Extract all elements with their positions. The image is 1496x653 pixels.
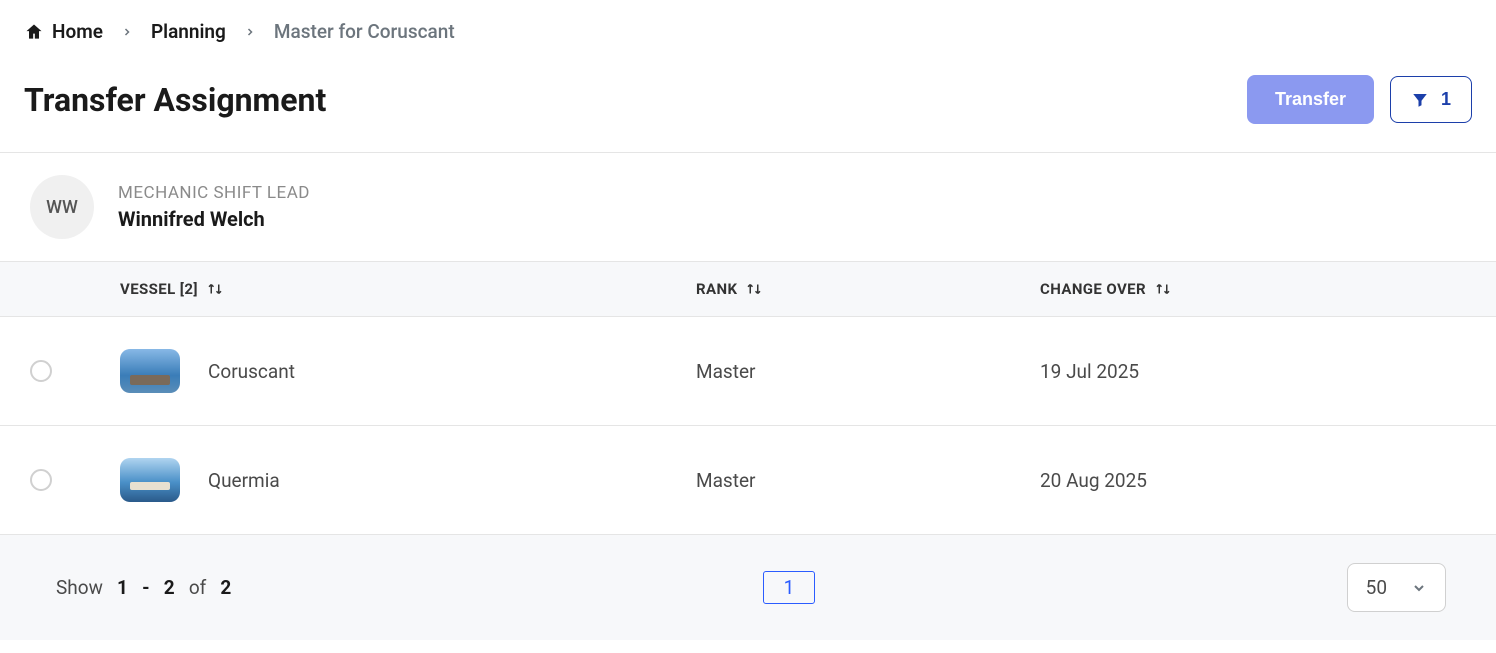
th-vessel: VESSEL [2] [120, 280, 198, 298]
breadcrumb: Home Planning Master for Coruscant [0, 0, 1496, 51]
of-label: of [189, 576, 206, 599]
change-over-value: 20 Aug 2025 [1040, 469, 1147, 492]
change-over-value: 19 Jul 2025 [1040, 360, 1139, 383]
breadcrumb-home-label: Home [52, 20, 103, 43]
person-card: WW MECHANIC SHIFT LEAD Winnifred Welch [0, 153, 1496, 262]
vessel-name: Quermia [208, 469, 280, 492]
show-from: 1 [117, 576, 128, 599]
rank-value: Master [696, 469, 755, 492]
person-name: Winnifred Welch [118, 207, 310, 231]
transfer-button[interactable]: Transfer [1247, 75, 1374, 124]
pagination-summary: Show 1 - 2 of 2 [56, 576, 231, 599]
show-dash: - [142, 576, 150, 599]
home-icon [24, 22, 44, 42]
filter-count: 1 [1441, 89, 1451, 110]
row-select-radio[interactable] [30, 469, 52, 491]
avatar: WW [30, 175, 94, 239]
person-role: MECHANIC SHIFT LEAD [118, 183, 310, 203]
breadcrumb-home[interactable]: Home [24, 20, 103, 43]
breadcrumb-planning-label: Planning [151, 20, 226, 43]
sort-rank[interactable] [745, 281, 763, 297]
pagination-bar: Show 1 - 2 of 2 1 50 [0, 535, 1496, 640]
sort-icon [206, 281, 224, 297]
breadcrumb-current: Master for Coruscant [274, 20, 455, 43]
assignments-table: VESSEL [2] RANK CHANGE OVER Coruscant [0, 262, 1496, 535]
vessel-thumbnail [120, 349, 180, 393]
breadcrumb-planning[interactable]: Planning [151, 20, 226, 43]
sort-change-over[interactable] [1154, 281, 1172, 297]
page-header: Transfer Assignment Transfer 1 [0, 51, 1496, 153]
page-size-select[interactable]: 50 [1347, 563, 1446, 612]
sort-icon [745, 281, 763, 297]
show-total: 2 [220, 576, 231, 599]
pager: 1 [763, 571, 816, 604]
chevron-right-icon [121, 26, 133, 38]
page-size-value: 50 [1366, 576, 1387, 599]
filter-icon [1411, 91, 1429, 109]
show-prefix: Show [56, 576, 103, 599]
table-header: VESSEL [2] RANK CHANGE OVER [0, 262, 1496, 317]
header-actions: Transfer 1 [1247, 75, 1472, 124]
vessel-name: Coruscant [208, 360, 295, 383]
person-info: MECHANIC SHIFT LEAD Winnifred Welch [118, 183, 310, 231]
chevron-right-icon [244, 26, 256, 38]
th-change-over: CHANGE OVER [1040, 280, 1146, 298]
filter-button[interactable]: 1 [1390, 76, 1472, 123]
breadcrumb-current-label: Master for Coruscant [274, 20, 455, 43]
vessel-thumbnail [120, 458, 180, 502]
page-number-current[interactable]: 1 [763, 571, 816, 604]
sort-icon [1154, 281, 1172, 297]
page-title: Transfer Assignment [24, 81, 326, 119]
show-to: 2 [164, 576, 175, 599]
row-select-radio[interactable] [30, 360, 52, 382]
table-row: Coruscant Master 19 Jul 2025 [0, 317, 1496, 426]
chevron-down-icon [1411, 580, 1427, 596]
table-row: Quermia Master 20 Aug 2025 [0, 426, 1496, 535]
th-rank: RANK [696, 280, 737, 298]
rank-value: Master [696, 360, 755, 383]
sort-vessel[interactable] [206, 281, 224, 297]
